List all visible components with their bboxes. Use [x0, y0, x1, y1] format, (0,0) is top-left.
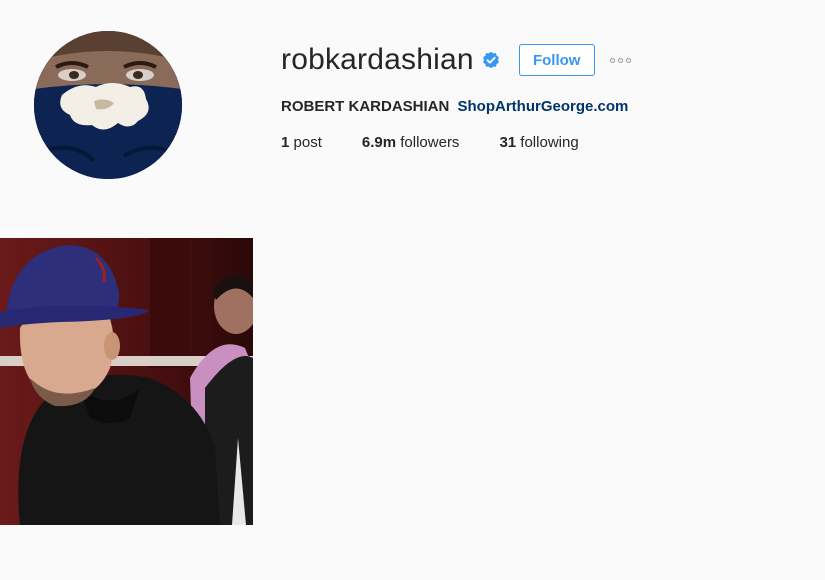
profile-page: robkardashian Follow ROBERT KARDASHIAN S… — [0, 0, 825, 580]
more-options-button[interactable] — [609, 57, 631, 63]
full-name: ROBERT KARDASHIAN — [281, 98, 450, 115]
post-thumbnail[interactable] — [0, 238, 253, 525]
post-photo — [0, 238, 253, 525]
follow-button[interactable]: Follow — [518, 44, 595, 76]
following-count: 31 — [499, 134, 517, 151]
followers-label: followers — [400, 134, 460, 151]
followers-stat[interactable]: 6.9m followers — [362, 134, 460, 152]
avatar-image — [34, 31, 182, 179]
ellipsis-icon-dot — [609, 57, 615, 63]
following-label: following — [520, 134, 579, 151]
profile-avatar[interactable] — [34, 31, 182, 179]
profile-info: robkardashian Follow ROBERT KARDASHIAN S… — [281, 40, 801, 152]
following-stat[interactable]: 31 following — [499, 134, 578, 152]
profile-stats: 1 post 6.9m followers 31 following — [281, 134, 801, 152]
posts-stat: 1 post — [281, 134, 322, 152]
profile-bio: ROBERT KARDASHIAN ShopArthurGeorge.com — [281, 98, 801, 116]
posts-count: 1 — [281, 134, 290, 151]
website-link[interactable]: ShopArthurGeorge.com — [458, 98, 629, 115]
ellipsis-icon-dot — [617, 57, 623, 63]
profile-title-row: robkardashian Follow — [281, 40, 801, 80]
posts-label: post — [293, 134, 322, 151]
ellipsis-icon-dot — [625, 57, 631, 63]
username: robkardashian — [281, 43, 474, 76]
verified-badge-icon — [482, 51, 499, 69]
followers-count: 6.9m — [361, 134, 397, 151]
